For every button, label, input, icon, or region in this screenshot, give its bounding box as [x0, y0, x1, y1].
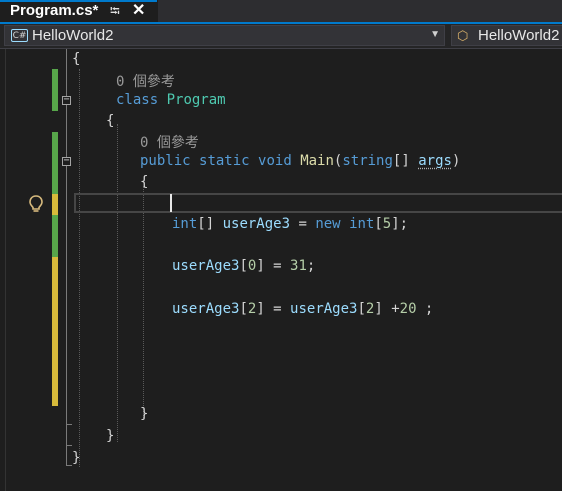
change-bar-saved: [52, 69, 58, 111]
code-line-namespace-close: }: [72, 450, 81, 466]
code-line-class-open: {: [106, 113, 115, 129]
outline-line: [66, 49, 67, 96]
project-label: HelloWorld2: [32, 27, 114, 44]
code-line-class: class Program: [116, 92, 226, 108]
code-line-assign-index-2: userAge3[2] = userAge3[2] +20 ;: [172, 301, 434, 317]
collapse-method-toggle[interactable]: −: [62, 156, 71, 166]
document-tab-strip: Program.cs* ⭾ ✕: [0, 0, 562, 22]
class-icon: ⬡: [457, 28, 469, 43]
indent-guide: [79, 69, 80, 467]
code-line-main-signature: public static void Main(string[] args): [140, 153, 461, 169]
class-scope-label: HelloWorld2: [478, 27, 560, 44]
project-dropdown[interactable]: C# HelloWorld2 ▼: [4, 25, 445, 46]
current-line-highlight: [74, 193, 562, 213]
codelens-main-references[interactable]: 0 個參考: [140, 132, 199, 152]
class-scope-dropdown[interactable]: ⬡ HelloWorld2: [451, 25, 562, 46]
change-bar-saved: [52, 215, 58, 257]
code-line-class-close: }: [106, 428, 115, 444]
code-line-main-open: {: [140, 174, 149, 190]
text-caret: [170, 194, 172, 212]
pin-icon[interactable]: ⭾: [110, 2, 120, 24]
indent-guide: [117, 124, 118, 442]
tab-title: Program.cs*: [10, 2, 99, 19]
collapse-class-toggle[interactable]: −: [62, 95, 71, 105]
csharp-project-icon: C#: [11, 29, 28, 42]
code-line-assign-index-0: userAge3[0] = 31;: [172, 258, 316, 274]
lightbulb-icon[interactable]: [27, 194, 45, 214]
document-tab[interactable]: Program.cs* ⭾ ✕: [0, 0, 158, 22]
navigation-bar: C# HelloWorld2 ▼ ⬡ HelloWorld2: [0, 24, 562, 49]
code-line-main-close: }: [140, 406, 149, 422]
outline-line: [66, 105, 67, 157]
outline-tick: [66, 445, 72, 446]
margin-separator: [5, 49, 6, 491]
code-line-1: {: [72, 51, 81, 67]
codelens-class-references[interactable]: 0 個參考: [116, 71, 175, 91]
outline-tick: [66, 424, 72, 425]
outline-line: [66, 166, 67, 466]
change-bar-saved: [52, 132, 58, 194]
chevron-down-icon: ▼: [430, 29, 440, 40]
code-line-array-declaration: int[] userAge3 = new int[5];: [172, 216, 409, 232]
code-editor[interactable]: − − { 0 個參考 class Program { 0 個參考 public…: [0, 49, 562, 491]
change-bar-unsaved: [52, 257, 58, 406]
indent-guide: [143, 186, 144, 418]
close-icon[interactable]: ✕: [132, 0, 145, 20]
change-bar-unsaved: [52, 194, 58, 215]
